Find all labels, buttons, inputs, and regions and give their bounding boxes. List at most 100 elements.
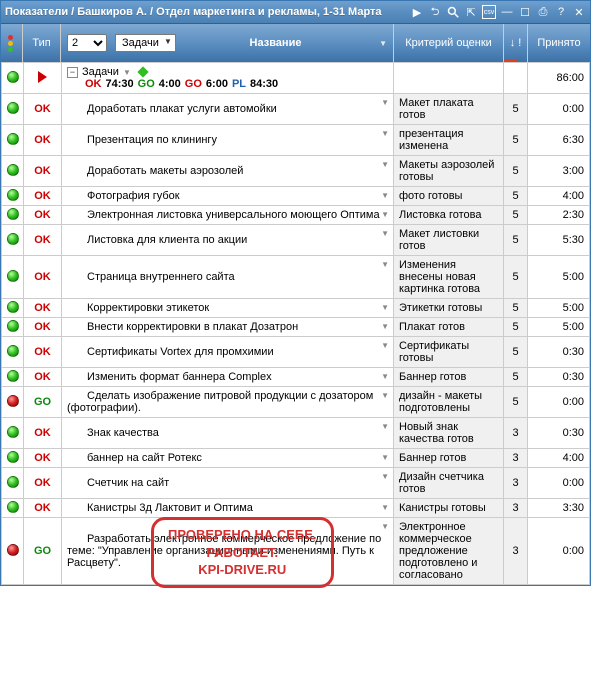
type-cell: OK bbox=[24, 256, 62, 299]
type-cell: GO bbox=[24, 518, 62, 585]
table-row[interactable]: OKСчетчик на сайт▼Дизайн счетчика готов3… bbox=[2, 468, 590, 499]
time-cell: 5:00 bbox=[528, 318, 590, 337]
status-light-icon bbox=[7, 102, 19, 114]
table-row[interactable]: GOСделать изображение питровой продукции… bbox=[2, 387, 590, 418]
chevron-down-icon[interactable]: ▼ bbox=[381, 191, 389, 200]
chevron-down-icon[interactable]: ▼ bbox=[381, 303, 389, 312]
chevron-down-icon[interactable]: ▼ bbox=[381, 422, 389, 431]
name-cell[interactable]: Презентация по клинингу▼ bbox=[62, 125, 394, 156]
summary-cell[interactable]: − Задачи ▼ OK74:30GO4:00GO6:00PL84:30 bbox=[62, 63, 394, 94]
table-row[interactable]: OKПрезентация по клинингу▼презентация из… bbox=[2, 125, 590, 156]
status-light-icon bbox=[7, 345, 19, 357]
table-row[interactable]: OKСтраница внутреннего сайта▼Изменения в… bbox=[2, 256, 590, 299]
summary-stat: GO4:00 bbox=[138, 78, 181, 90]
criterion-cell: Плакат готов bbox=[394, 318, 504, 337]
name-cell[interactable]: Доработать макеты аэрозолей▼ bbox=[62, 156, 394, 187]
col-header-accepted[interactable]: Принято bbox=[528, 24, 590, 62]
name-cell[interactable]: Знак качества▼ bbox=[62, 418, 394, 449]
criterion-cell: Новый знак качества готов bbox=[394, 418, 504, 449]
table-row[interactable]: OKбаннер на сайт Ротекс▼Баннер готов34:0… bbox=[2, 449, 590, 468]
chevron-down-icon[interactable]: ▼ bbox=[381, 341, 389, 350]
minimize-icon[interactable]: — bbox=[500, 5, 514, 19]
table-row[interactable]: OKКанистры 3д Лактовит и Оптима▼Канистры… bbox=[2, 499, 590, 518]
status-light-icon bbox=[7, 71, 19, 83]
name-cell[interactable]: Сделать изображение питровой продукции с… bbox=[62, 387, 394, 418]
table-row[interactable]: OKДоработать плакат услуги автомойки▼Мак… bbox=[2, 94, 590, 125]
print-icon[interactable]: ⎙ bbox=[536, 5, 550, 19]
name-cell[interactable]: Фотография губок▼ bbox=[62, 187, 394, 206]
col-header-criterion[interactable]: Критерий оценки bbox=[394, 24, 504, 62]
level-select[interactable]: 2 bbox=[67, 34, 107, 52]
summary-row: − Задачи ▼ OK74:30GO4:00GO6:00PL84:30 86… bbox=[2, 63, 590, 94]
chevron-down-icon[interactable]: ▼ bbox=[381, 98, 389, 107]
name-cell[interactable]: Сертификаты Vortex для промхимии▼ bbox=[62, 337, 394, 368]
tasks-dropdown[interactable]: Задачи bbox=[115, 34, 176, 52]
table-row[interactable]: GOРазработать электронное коммерческое п… bbox=[2, 518, 590, 585]
play-icon[interactable]: ▶ bbox=[410, 5, 424, 19]
name-cell[interactable]: Страница внутреннего сайта▼ bbox=[62, 256, 394, 299]
search-icon[interactable] bbox=[446, 5, 460, 19]
table-row[interactable]: OKЭлектронная листовка универсального мо… bbox=[2, 206, 590, 225]
chevron-down-icon[interactable]: ▼ bbox=[381, 260, 389, 269]
name-cell[interactable]: Корректировки этикеток▼ bbox=[62, 299, 394, 318]
chevron-down-icon[interactable]: ▼ bbox=[379, 39, 387, 48]
chevron-down-icon[interactable]: ▼ bbox=[381, 372, 389, 381]
name-cell[interactable]: Электронная листовка универсального моющ… bbox=[62, 206, 394, 225]
chevron-down-icon[interactable]: ▼ bbox=[381, 129, 389, 138]
chevron-down-icon[interactable]: ▼ bbox=[381, 322, 389, 331]
chevron-down-icon[interactable]: ▼ bbox=[381, 453, 389, 462]
name-cell[interactable]: баннер на сайт Ротекс▼ bbox=[62, 449, 394, 468]
help-icon[interactable]: ? bbox=[554, 5, 568, 19]
table-row[interactable]: OKФотография губок▼фото готовы54:00 bbox=[2, 187, 590, 206]
score-cell: 5 bbox=[504, 368, 528, 387]
col-header-type[interactable]: Тип bbox=[23, 24, 61, 62]
table-row[interactable]: OKИзменить формат баннера Complex▼Баннер… bbox=[2, 368, 590, 387]
name-cell[interactable]: Внести корректировки в плакат Дозатрон▼ bbox=[62, 318, 394, 337]
close-icon[interactable]: ✕ bbox=[572, 5, 586, 19]
name-cell[interactable]: Доработать плакат услуги автомойки▼ bbox=[62, 94, 394, 125]
criterion-cell: Макет листовки готов bbox=[394, 225, 504, 256]
back-icon[interactable]: ⮌ bbox=[428, 5, 442, 19]
name-header-label[interactable]: Название bbox=[184, 37, 367, 49]
chevron-down-icon[interactable]: ▼ bbox=[123, 68, 131, 77]
name-cell[interactable]: Канистры 3д Лактовит и Оптима▼ bbox=[62, 499, 394, 518]
type-cell: OK bbox=[24, 125, 62, 156]
summary-time: 86:00 bbox=[528, 63, 590, 94]
status-light-icon bbox=[7, 189, 19, 201]
collapse-icon[interactable]: − bbox=[67, 67, 78, 78]
table-row[interactable]: OKСертификаты Vortex для промхимии▼Серти… bbox=[2, 337, 590, 368]
type-cell: OK bbox=[24, 368, 62, 387]
play-triangle-icon[interactable] bbox=[38, 71, 47, 83]
link-icon[interactable]: ⇱ bbox=[464, 5, 478, 19]
table-row[interactable]: OKЛистовка для клиента по акции▼Макет ли… bbox=[2, 225, 590, 256]
name-cell[interactable]: Счетчик на сайт▼ bbox=[62, 468, 394, 499]
score-cell: 5 bbox=[504, 256, 528, 299]
score-cell: 3 bbox=[504, 499, 528, 518]
chevron-down-icon[interactable]: ▼ bbox=[381, 391, 389, 400]
chevron-down-icon[interactable]: ▼ bbox=[381, 472, 389, 481]
status-light-icon bbox=[7, 320, 19, 332]
table-row[interactable]: OKКорректировки этикеток▼Этикетки готовы… bbox=[2, 299, 590, 318]
status-light-icon bbox=[7, 270, 19, 282]
table-row[interactable]: OKДоработать макеты аэрозолей▼Макеты аэр… bbox=[2, 156, 590, 187]
table-row[interactable]: OKВнести корректировки в плакат Дозатрон… bbox=[2, 318, 590, 337]
col-header-sort[interactable]: ↓ ! bbox=[504, 24, 528, 62]
chevron-down-icon[interactable]: ▼ bbox=[381, 229, 389, 238]
criterion-cell: фото готовы bbox=[394, 187, 504, 206]
criterion-cell: Изменения внесены новая картинка готова bbox=[394, 256, 504, 299]
summary-stat: PL84:30 bbox=[232, 78, 278, 90]
name-cell[interactable]: Листовка для клиента по акции▼ bbox=[62, 225, 394, 256]
status-light-icon bbox=[7, 451, 19, 463]
chevron-down-icon[interactable]: ▼ bbox=[381, 210, 389, 219]
table-row[interactable]: OKЗнак качества▼Новый знак качества гото… bbox=[2, 418, 590, 449]
chevron-down-icon[interactable]: ▼ bbox=[381, 160, 389, 169]
csv-icon[interactable]: csv bbox=[482, 5, 496, 19]
time-cell: 0:00 bbox=[528, 468, 590, 499]
chevron-down-icon[interactable]: ▼ bbox=[381, 503, 389, 512]
name-cell[interactable]: Изменить формат баннера Complex▼ bbox=[62, 368, 394, 387]
col-header-light[interactable] bbox=[1, 24, 23, 62]
maximize-icon[interactable]: ☐ bbox=[518, 5, 532, 19]
chevron-down-icon[interactable]: ▼ bbox=[381, 522, 389, 531]
name-cell[interactable]: Разработать электронное коммерческое пре… bbox=[62, 518, 394, 585]
type-cell: OK bbox=[24, 94, 62, 125]
